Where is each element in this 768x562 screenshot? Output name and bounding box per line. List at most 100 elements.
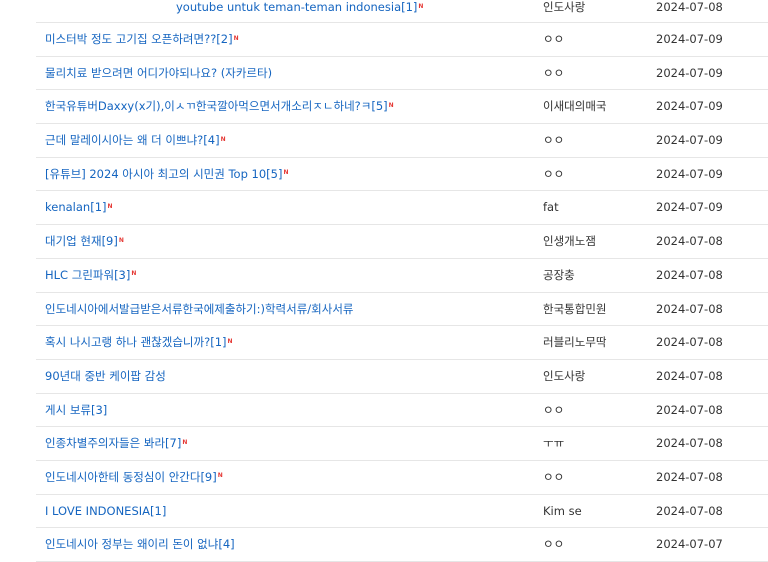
post-title-link[interactable]: 게시 보류[3]	[45, 394, 107, 427]
post-title-link[interactable]: [유튜브] 2024 아시아 최고의 시민권 Top 10[5]N	[45, 158, 289, 191]
post-author[interactable]: 인도사랑	[543, 360, 585, 393]
post-title-link[interactable]: I LOVE INDONESIA[1]	[45, 495, 166, 528]
new-post-icon: N	[131, 270, 137, 278]
post-title-link[interactable]: 물리치료 받으려면 어디가야되나요? (자카르타)	[45, 57, 272, 90]
post-title-text: 인도네시아한테 동정심이 안간다	[45, 469, 201, 484]
post-date: 2024-07-09	[656, 32, 723, 46]
post-row: 게시 보류[3] ㅇㅇ 2024-07-08	[36, 394, 768, 428]
post-row: 물리치료 받으려면 어디가야되나요? (자카르타) ㅇㅇ 2024-07-09	[36, 57, 768, 91]
post-title-text: 인도네시아에서발급받은서류한국에제출하기:)학력서류/회사서류	[45, 301, 354, 316]
post-date: 2024-07-08	[656, 402, 723, 417]
post-date: 2024-07-08	[656, 301, 723, 316]
comment-count: [5]	[266, 166, 283, 181]
post-row: 인도네시아 정부는 왜이리 돈이 없냐[4] ㅇㅇ 2024-07-07	[36, 528, 768, 562]
post-author[interactable]: ㅇㅇ	[543, 528, 564, 561]
post-date: 2024-07-08	[656, 503, 723, 518]
post-title-link[interactable]: kenalan[1]N	[45, 191, 113, 224]
comment-count: [3]	[114, 267, 131, 282]
new-post-icon: N	[220, 135, 226, 143]
new-post-icon: N	[107, 202, 113, 210]
post-title-link[interactable]: 혹시 나시고랭 하나 괜찮겠습니까?[1]N	[45, 326, 233, 359]
post-title-link[interactable]: HLC 그린파워[3]N	[45, 259, 136, 292]
post-title-text: 물리치료 받으려면 어디가야되나요? (자카르타)	[45, 65, 273, 80]
post-title-link[interactable]: 인도네시아에서발급받은서류한국에제출하기:)학력서류/회사서류	[45, 293, 353, 326]
new-post-icon: N	[283, 169, 289, 177]
post-title-text: 미스터박 정도 고기집 오픈하려면??	[45, 32, 217, 46]
new-post-icon: N	[217, 472, 223, 480]
post-title-text: HLC 그린파워	[45, 267, 115, 282]
post-author[interactable]: ㅇㅇ	[543, 124, 564, 157]
comment-count: [5]	[371, 99, 388, 114]
post-title-text: [유튜브] 2024 아시아 최고의 시민권 Top 10	[45, 166, 267, 181]
post-date: 2024-07-08	[656, 436, 723, 451]
post-author[interactable]: ㅜㅠ	[543, 427, 564, 460]
comment-count: [9]	[200, 469, 217, 484]
post-row: 혹시 나시고랭 하나 괜찮겠습니까?[1]N 러블리노무딱 2024-07-08	[36, 326, 768, 360]
post-author[interactable]: 이새대의매국	[543, 90, 606, 123]
comment-count: [2]	[216, 32, 233, 46]
post-date: 2024-07-09	[656, 133, 723, 148]
post-title-link[interactable]: 한국유튜버Daxxy(x기),이ㅅㄲ한국깔아먹으면서개소리ㅈㄴ하네?ㅋ[5]N	[45, 90, 394, 123]
post-author[interactable]: ㅇㅇ	[543, 394, 564, 427]
post-author[interactable]: ㅇㅇ	[543, 23, 564, 56]
post-row: 대기업 현재[9]N 인생개노잼 2024-07-08	[36, 225, 768, 259]
post-title-text: I LOVE INDONESIA	[45, 503, 151, 518]
post-author[interactable]: ㅇㅇ	[543, 461, 564, 494]
comment-count: [1]	[90, 200, 107, 215]
post-title-text: youtube untuk teman-teman indonesia	[176, 0, 402, 14]
post-date: 2024-07-08	[656, 234, 723, 249]
post-date: 2024-07-08	[656, 267, 723, 282]
post-date: 2024-07-09	[656, 200, 723, 215]
comment-count: [9]	[101, 234, 118, 249]
new-post-icon: N	[227, 337, 233, 345]
post-title-link[interactable]: 미스터박 정도 고기집 오픈하려면??[2]N	[45, 23, 239, 56]
post-row: youtube untuk teman-teman indonesia[1]N 인…	[36, 0, 768, 23]
post-author[interactable]: 인도사랑	[543, 0, 585, 14]
post-list: youtube untuk teman-teman indonesia[1]N 인…	[0, 0, 768, 562]
post-author[interactable]: fat	[543, 191, 559, 224]
comment-count: [1]	[401, 0, 418, 14]
post-row: 한국유튜버Daxxy(x기),이ㅅㄲ한국깔아먹으면서개소리ㅈㄴ하네?ㅋ[5]N 이…	[36, 90, 768, 125]
post-row: 인도네시아한테 동정심이 안간다[9]N ㅇㅇ 2024-07-08	[36, 461, 768, 495]
post-title-link[interactable]: 대기업 현재[9]N	[45, 225, 124, 258]
post-date: 2024-07-08	[656, 368, 723, 383]
post-title-link[interactable]: 근데 말레이시아는 왜 더 이쁘냐?[4]N	[45, 124, 226, 157]
post-row: HLC 그린파워[3]N 공장충 2024-07-08	[36, 259, 768, 293]
post-author[interactable]: ㅇㅇ	[543, 158, 564, 191]
post-title-text: 90년대 중반 케이팝 감성	[45, 368, 166, 383]
new-post-icon: N	[233, 34, 239, 42]
post-title-link[interactable]: 인도네시아 정부는 왜이리 돈이 없냐[4]	[45, 528, 235, 561]
post-title-text: 인도네시아 정부는 왜이리 돈이 없냐	[45, 537, 219, 552]
post-author[interactable]: ㅇㅇ	[543, 57, 564, 90]
post-row: 인종차별주의자들은 봐라[7]N ㅜㅠ 2024-07-08	[36, 427, 768, 461]
new-post-icon: N	[118, 236, 124, 244]
post-title-link[interactable]: 90년대 중반 케이팝 감성	[45, 360, 166, 393]
comment-count: [1]	[150, 503, 167, 518]
post-title-link[interactable]: youtube untuk teman-teman indonesia[1]N	[176, 0, 423, 14]
post-title-link[interactable]: 인종차별주의자들은 봐라[7]N	[45, 427, 187, 460]
post-date: 2024-07-09	[656, 99, 723, 114]
comment-count: [3]	[90, 402, 108, 417]
new-post-icon: N	[182, 438, 188, 446]
post-title-text: 인종차별주의자들은 봐라	[45, 436, 166, 451]
post-title-text: 대기업 현재	[45, 234, 102, 249]
post-row: 인도네시아에서발급받은서류한국에제출하기:)학력서류/회사서류 한국통합민원 202…	[36, 293, 768, 327]
post-date: 2024-07-08	[656, 0, 723, 14]
post-date: 2024-07-09	[656, 65, 723, 80]
post-title-text: 한국유튜버Daxxy(x기),이ㅅㄲ한국깔아먹으면서개소리ㅈㄴ하네?ㅋ	[45, 99, 372, 114]
post-author[interactable]: 인생개노잼	[543, 225, 596, 258]
post-date: 2024-07-08	[656, 469, 723, 484]
post-author[interactable]: 러블리노무딱	[543, 326, 606, 359]
new-post-icon: N	[388, 101, 394, 109]
post-title-text: kenalan	[45, 200, 91, 215]
new-post-icon: N	[418, 2, 424, 10]
comment-count: [1]	[210, 335, 227, 350]
post-author[interactable]: 공장충	[543, 259, 575, 292]
post-row: 90년대 중반 케이팝 감성 인도사랑 2024-07-08	[36, 360, 768, 394]
post-row: kenalan[1]N fat 2024-07-09	[36, 191, 768, 226]
post-title-text: 근데 말레이시아는 왜 더 이쁘냐?	[45, 133, 204, 148]
post-author[interactable]: 한국통합민원	[543, 293, 606, 326]
comment-count: [7]	[165, 436, 182, 451]
post-title-link[interactable]: 인도네시아한테 동정심이 안간다[9]N	[45, 461, 223, 494]
post-author[interactable]: Kim se	[543, 495, 582, 528]
